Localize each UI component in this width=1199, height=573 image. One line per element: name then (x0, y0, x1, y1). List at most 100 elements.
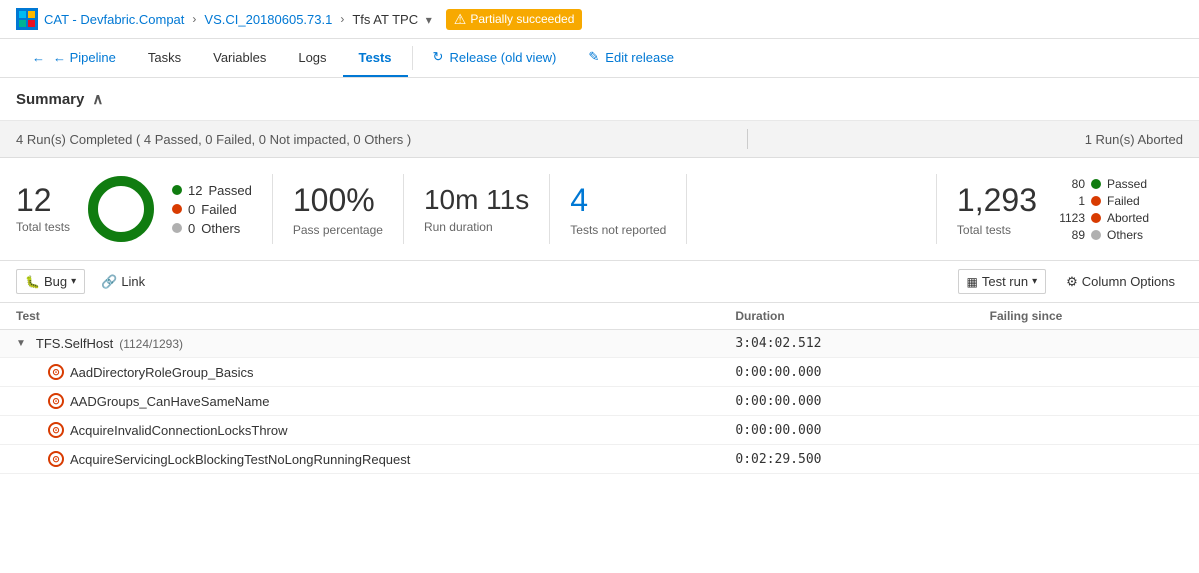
group-label: TFS.SelfHost (36, 336, 113, 351)
aborted-total: 1,293 (957, 182, 1037, 219)
expand-icon[interactable]: ▼ (16, 338, 26, 349)
nav-variables[interactable]: Variables (197, 40, 282, 77)
group-duration: 3:04:02.512 (719, 330, 973, 358)
total-tests-number: 12 (16, 184, 70, 216)
nav-tests[interactable]: Tests (343, 40, 408, 77)
aborted-passed-row: 80 Passed (1053, 177, 1163, 191)
test-name-3: AcquireInvalidConnectionLocksThrow (70, 423, 288, 438)
aborted-icon-4: ⊙ (48, 451, 64, 467)
breadcrumb-build[interactable]: VS.CI_20180605.73.1 (204, 12, 332, 27)
breadcrumb-env: Tfs AT TPC ▾ (352, 12, 431, 27)
aborted-aborted-row: 1123 Aborted (1053, 211, 1163, 225)
test-failing-since-3 (974, 416, 1199, 445)
test-run-icon: ▦ (967, 275, 978, 289)
status-badge: ⚠ Partially succeeded (446, 9, 583, 30)
aborted-passed-num: 80 (1053, 177, 1085, 191)
group-failing-since (974, 330, 1199, 358)
aborted-passed-label: Passed (1107, 177, 1147, 191)
test-name-cell-3: ⊙ AcquireInvalidConnectionLocksThrow (0, 416, 719, 445)
summary-header: Summary ∧ (0, 78, 1199, 121)
test-table: Test Duration Failing since ▼ TFS.SelfHo… (0, 303, 1199, 474)
env-dropdown-icon[interactable]: ▾ (426, 13, 432, 27)
table-row: ⊙ AcquireInvalidConnectionLocksThrow 0:0… (0, 416, 1199, 445)
stats-banner: 4 Run(s) Completed ( 4 Passed, 0 Failed,… (0, 121, 1199, 158)
others-count: 0 (188, 221, 195, 236)
link-button[interactable]: 🔗 Link (93, 270, 153, 294)
breadcrumb-sep-2: › (340, 12, 344, 26)
failed-dot (172, 204, 182, 214)
unreported-number: 4 (570, 182, 666, 219)
aborted-passed-dot (1091, 179, 1101, 189)
total-tests-label: Total tests (16, 220, 70, 234)
aborted-failed-dot (1091, 196, 1101, 206)
aborted-others-num: 89 (1053, 228, 1085, 242)
aborted-others-dot (1091, 230, 1101, 240)
passed-label: Passed (209, 183, 252, 198)
refresh-icon: ↻ (433, 49, 444, 65)
others-dot (172, 223, 182, 233)
aborted-others-label: Others (1107, 228, 1143, 242)
table-row: ⊙ AADGroups_CanHaveSameName 0:00:00.000 (0, 387, 1199, 416)
failed-count: 0 (188, 202, 195, 217)
pass-pct-section: 100% Pass percentage (273, 174, 404, 244)
passed-dot (172, 185, 182, 195)
nav-bar: ← ← Pipeline Tasks Variables Logs Tests … (0, 39, 1199, 78)
bug-button[interactable]: 🐛 Bug ▾ (16, 269, 85, 294)
warning-icon: ⚠ (454, 11, 467, 28)
aborted-aborted-dot (1091, 213, 1101, 223)
nav-logs[interactable]: Logs (282, 40, 342, 77)
aborted-total-label: Total tests (957, 223, 1037, 237)
nav-tasks[interactable]: Tasks (132, 40, 197, 77)
bug-dropdown-icon[interactable]: ▾ (71, 276, 76, 287)
aborted-icon-1: ⊙ (48, 364, 64, 380)
aborted-aborted-label: Aborted (1107, 211, 1149, 225)
aborted-failed-label: Failed (1107, 194, 1140, 208)
test-name-4: AcquireServicingLockBlockingTestNoLongRu… (70, 452, 410, 467)
column-options-button[interactable]: ⚙ Column Options (1058, 270, 1183, 294)
aborted-section: 1,293 Total tests 80 Passed 1 Failed 112… (936, 174, 1183, 244)
pass-pct-label: Pass percentage (293, 223, 383, 237)
test-failing-since-4 (974, 445, 1199, 474)
aborted-banner-text: 1 Run(s) Aborted (1085, 132, 1183, 147)
column-options-icon: ⚙ (1066, 274, 1078, 290)
test-name-1: AadDirectoryRoleGroup_Basics (70, 365, 254, 380)
edit-icon: ✎ (588, 49, 599, 65)
group-sub: (1124/1293) (119, 337, 183, 351)
test-run-button[interactable]: ▦ Test run ▾ (958, 269, 1047, 294)
bug-icon: 🐛 (25, 275, 40, 289)
test-name-cell-4: ⊙ AcquireServicingLockBlockingTestNoLong… (0, 445, 719, 474)
test-duration-2: 0:00:00.000 (719, 387, 973, 416)
table-row: ⊙ AadDirectoryRoleGroup_Basics 0:00:00.0… (0, 358, 1199, 387)
test-failing-since-2 (974, 387, 1199, 416)
total-tests-section: 12 Total tests 12 Passed 0 Failed (16, 174, 273, 244)
duration-number: 10m 11s (424, 184, 529, 216)
unreported-section: 4 Tests not reported (550, 174, 687, 244)
aborted-legend: 80 Passed 1 Failed 1123 Aborted 89 Other… (1053, 177, 1163, 242)
link-icon: 🔗 (101, 274, 117, 290)
test-name-2: AADGroups_CanHaveSameName (70, 394, 269, 409)
pass-pct-number: 100% (293, 182, 383, 219)
table-row: ▼ TFS.SelfHost (1124/1293) 3:04:02.512 (0, 330, 1199, 358)
duration-label: Run duration (424, 220, 529, 234)
aborted-icon-3: ⊙ (48, 422, 64, 438)
legend-failed: 0 Failed (172, 202, 252, 217)
test-run-dropdown-icon[interactable]: ▾ (1032, 276, 1037, 287)
col-failing-since: Failing since (974, 303, 1199, 330)
toolbar: 🐛 Bug ▾ 🔗 Link ▦ Test run ▾ ⚙ Column Opt… (0, 261, 1199, 303)
nav-release-old[interactable]: ↻ Release (old view) (417, 39, 573, 77)
breadcrumb-sep-1: › (192, 12, 196, 26)
col-duration: Duration (719, 303, 973, 330)
group-name-cell: ▼ TFS.SelfHost (1124/1293) (0, 330, 719, 358)
nav-pipeline[interactable]: ← ← Pipeline (16, 40, 132, 77)
donut-legend: 12 Passed 0 Failed 0 Others (172, 183, 252, 236)
stats-area: 12 Total tests 12 Passed 0 Failed (0, 158, 1199, 261)
nav-divider (412, 46, 413, 70)
breadcrumb-cat[interactable]: CAT - Devfabric.Compat (44, 12, 184, 27)
test-failing-since-1 (974, 358, 1199, 387)
nav-edit-release[interactable]: ✎ Edit release (572, 39, 690, 77)
table-row: ⊙ AcquireServicingLockBlockingTestNoLong… (0, 445, 1199, 474)
collapse-icon[interactable]: ∧ (92, 90, 103, 108)
test-name-cell-1: ⊙ AadDirectoryRoleGroup_Basics (0, 358, 719, 387)
test-name-cell-2: ⊙ AADGroups_CanHaveSameName (0, 387, 719, 416)
back-arrow-icon: ← (32, 50, 45, 65)
